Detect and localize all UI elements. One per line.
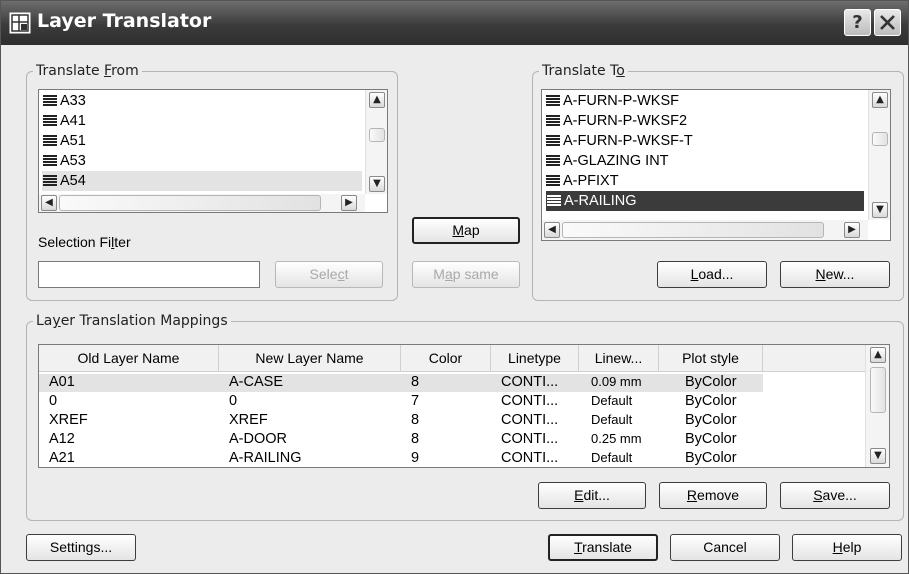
layer-stack-icon	[43, 135, 57, 146]
help-button[interactable]: Help	[792, 534, 902, 561]
cancel-button[interactable]: Cancel	[670, 534, 780, 561]
scroll-right-icon[interactable]: ▶	[844, 222, 860, 238]
to-horizontal-scrollbar[interactable]: ◀ ▶	[542, 220, 868, 240]
window-title: Layer Translator	[37, 10, 212, 32]
table-row[interactable]: XREF XREF 8 CONTI... Default ByColor	[39, 412, 763, 430]
layer-stack-icon	[546, 175, 560, 186]
table-row[interactable]: A12 A-DOOR 8 CONTI... 0.25 mm ByColor	[39, 431, 763, 449]
column-header-old-layer[interactable]: Old Layer Name	[39, 345, 219, 371]
scroll-left-icon[interactable]: ◀	[41, 195, 57, 211]
layer-stack-icon	[546, 135, 560, 146]
selection-filter-label: Selection Filter	[38, 234, 131, 250]
list-item[interactable]: A51	[42, 131, 362, 151]
list-item[interactable]: A53	[42, 151, 362, 171]
layer-translator-app-icon	[9, 12, 31, 34]
save-button[interactable]: Save...	[780, 482, 890, 509]
scroll-down-icon[interactable]: ▼	[872, 202, 888, 218]
table-row[interactable]: 0 0 7 CONTI... Default ByColor	[39, 393, 763, 411]
from-vertical-scrollbar[interactable]: ▲ ▼	[365, 90, 387, 194]
translate-from-legend: Translate From	[36, 63, 139, 79]
list-item-selected[interactable]: A54	[42, 171, 362, 191]
layer-stack-icon	[546, 115, 560, 126]
translate-to-legend: Translate To	[542, 63, 625, 79]
list-item[interactable]: A-FURN-P-WKSF	[545, 91, 865, 111]
list-item[interactable]: A33	[42, 91, 362, 111]
new-button[interactable]: New...	[780, 261, 890, 288]
list-item[interactable]: A-GLAZING INT	[545, 151, 865, 171]
layer-stack-icon	[43, 115, 57, 126]
remove-button[interactable]: Remove	[659, 482, 767, 509]
from-horizontal-scrollbar[interactable]: ◀ ▶	[39, 194, 365, 212]
list-item[interactable]: A-PFIXT	[545, 171, 865, 191]
layer-stack-icon	[547, 195, 561, 206]
column-header-plot-style[interactable]: Plot style	[659, 345, 763, 371]
scroll-thumb[interactable]	[872, 132, 888, 146]
translate-button[interactable]: Translate	[548, 534, 658, 561]
translate-from-list[interactable]: A33 A41 A51 A53 A54 ▲ ▼ ◀ ▶	[38, 89, 388, 213]
table-row[interactable]: A01 A-CASE 8 CONTI... 0.09 mm ByColor	[39, 374, 763, 392]
scroll-right-icon[interactable]: ▶	[341, 195, 357, 211]
list-item-selected[interactable]: A-RAILING	[546, 191, 864, 211]
scroll-up-icon[interactable]: ▲	[872, 92, 888, 108]
table-header: Old Layer Name New Layer Name Color Line…	[39, 345, 865, 372]
map-button[interactable]: Map	[412, 217, 520, 244]
layer-stack-icon	[546, 155, 560, 166]
mappings-legend: Layer Translation Mappings	[36, 313, 228, 329]
settings-button[interactable]: Settings...	[26, 534, 136, 561]
title-bar[interactable]: Layer Translator ?	[1, 1, 908, 45]
close-title-button[interactable]	[874, 9, 901, 36]
layer-translator-dialog: Layer Translator ? Translate From A33 A4…	[0, 0, 909, 574]
scroll-up-icon[interactable]: ▲	[870, 347, 886, 363]
column-header-lineweight[interactable]: Linew...	[579, 345, 659, 371]
scroll-down-icon[interactable]: ▼	[369, 176, 385, 192]
column-header-new-layer[interactable]: New Layer Name	[219, 345, 401, 371]
select-button[interactable]: Select	[275, 261, 383, 288]
scroll-up-icon[interactable]: ▲	[369, 92, 385, 108]
close-icon	[880, 15, 895, 30]
column-header-color[interactable]: Color	[401, 345, 491, 371]
scroll-thumb[interactable]	[369, 128, 385, 142]
list-item[interactable]: A41	[42, 111, 362, 131]
table-row[interactable]: A21 A-RAILING 9 CONTI... Default ByColor	[39, 450, 763, 467]
scroll-thumb[interactable]	[59, 195, 321, 211]
map-same-button[interactable]: Map same	[412, 261, 520, 288]
layer-stack-icon	[43, 155, 57, 166]
mappings-vertical-scrollbar[interactable]: ▲ ▼	[865, 345, 889, 467]
column-header-linetype[interactable]: Linetype	[491, 345, 579, 371]
scroll-thumb[interactable]	[870, 367, 886, 413]
to-vertical-scrollbar[interactable]: ▲ ▼	[868, 90, 890, 220]
list-item[interactable]: A-FURN-P-WKSF2	[545, 111, 865, 131]
edit-button[interactable]: Edit...	[538, 482, 646, 509]
selection-filter-input[interactable]	[38, 261, 260, 288]
layer-stack-icon	[43, 95, 57, 106]
scroll-left-icon[interactable]: ◀	[544, 222, 560, 238]
layer-stack-icon	[43, 175, 57, 186]
help-title-button[interactable]: ?	[844, 9, 871, 36]
load-button[interactable]: Load...	[657, 261, 767, 288]
mappings-table[interactable]: Old Layer Name New Layer Name Color Line…	[38, 344, 890, 468]
translate-to-list[interactable]: A-FURN-P-WKSF A-FURN-P-WKSF2 A-FURN-P-WK…	[541, 89, 891, 241]
list-item[interactable]: A-FURN-P-WKSF-T	[545, 131, 865, 151]
scroll-down-icon[interactable]: ▼	[870, 448, 886, 464]
layer-stack-icon	[546, 95, 560, 106]
scroll-thumb[interactable]	[562, 222, 824, 238]
